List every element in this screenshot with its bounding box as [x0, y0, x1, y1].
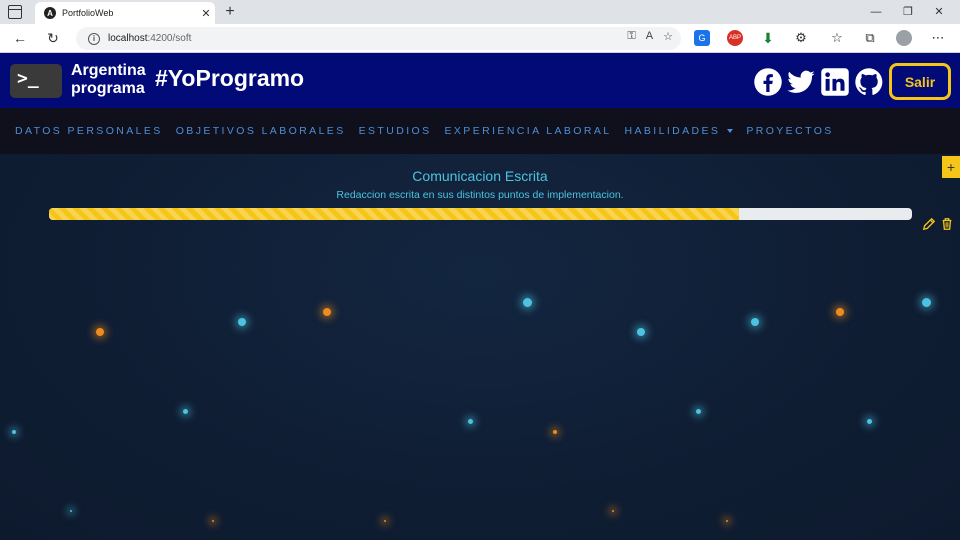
tab-actions-icon[interactable]	[8, 5, 22, 19]
favorites-bar-icon[interactable]: ☆	[829, 30, 845, 46]
particle-dot	[96, 328, 104, 336]
download-extension-icon[interactable]: ⬇	[760, 30, 776, 46]
favorite-icon[interactable]: ☆	[663, 30, 673, 43]
app-header: >_ Argentina programa #YoProgramo Salir	[0, 53, 960, 108]
skill-progress-fill	[49, 208, 740, 220]
particle-dot	[612, 510, 614, 512]
maximize-icon[interactable]: ❐	[898, 3, 918, 21]
adblock-icon[interactable]: ABP	[727, 30, 743, 46]
brand-line-2: programa	[71, 80, 145, 97]
particle-dot	[726, 520, 728, 522]
new-tab-icon[interactable]: +	[222, 2, 238, 22]
nav-datos-personales[interactable]: DATOS PERSONALES	[15, 125, 163, 137]
particle-dot	[468, 419, 473, 424]
hashtag-title: #YoProgramo	[155, 65, 305, 91]
nav-estudios[interactable]: ESTUDIOS	[359, 125, 432, 137]
brand-name: Argentina programa	[71, 62, 146, 98]
logout-button[interactable]: Salir	[889, 63, 951, 100]
particle-dot	[183, 409, 188, 414]
brand-line-1: Argentina	[71, 62, 146, 79]
particle-dot	[553, 430, 557, 434]
nav-habilidades-label: HABILIDADES	[624, 125, 721, 137]
particle-dot	[867, 419, 872, 424]
skill-description: Redaccion escrita en sus distintos punto…	[336, 189, 624, 201]
profile-avatar[interactable]	[896, 30, 912, 46]
particle-dot	[384, 520, 386, 522]
particle-dot	[238, 318, 246, 326]
nav-habilidades[interactable]: HABILIDADES	[624, 125, 734, 137]
tab-title: PortfolioWeb	[62, 8, 114, 18]
close-window-icon[interactable]: ✕	[929, 3, 949, 21]
minimize-icon[interactable]: —	[866, 3, 886, 21]
address-bar: ← ↻ i localhost:4200/soft ⚿ A ☆ G ABP ⬇ …	[0, 24, 960, 53]
back-icon[interactable]: ←	[10, 28, 30, 48]
particle-dot	[212, 520, 214, 522]
skill-progress-bar	[49, 208, 912, 220]
browser-tab[interactable]: A PortfolioWeb ✕	[35, 2, 215, 24]
linkedin-icon[interactable]	[820, 67, 850, 97]
github-icon[interactable]	[854, 67, 884, 97]
particle-dot	[523, 298, 532, 307]
info-icon[interactable]: i	[88, 32, 100, 45]
url-host: localhost	[108, 33, 148, 44]
terminal-logo-icon: >_	[10, 64, 62, 98]
nav-objetivos-laborales[interactable]: OBJETIVOS LABORALES	[176, 125, 346, 137]
particle-dot	[12, 430, 16, 434]
particle-dot	[696, 409, 701, 414]
particle-dot	[637, 328, 645, 336]
url-path: :4200/soft	[147, 33, 192, 44]
chevron-down-icon	[727, 129, 734, 134]
collections-icon[interactable]: ⧉	[862, 30, 878, 46]
particle-dot	[922, 298, 931, 307]
particle-dot	[323, 308, 331, 316]
pencil-icon[interactable]	[922, 217, 936, 231]
particle-dot	[70, 510, 72, 512]
key-icon[interactable]: ⚿	[627, 30, 635, 43]
url-field[interactable]: i localhost:4200/soft ⚿ A ☆	[76, 27, 681, 50]
skill-title: Comunicacion Escrita	[412, 168, 548, 184]
facebook-icon[interactable]	[753, 67, 783, 97]
particle-dot	[751, 318, 759, 326]
particle-dot	[836, 308, 844, 316]
translate-icon[interactable]: G	[694, 30, 710, 46]
close-tab-icon[interactable]: ✕	[197, 7, 215, 20]
extensions-icon[interactable]: ⚙	[793, 30, 809, 46]
main-nav: DATOS PERSONALES OBJETIVOS LABORALES EST…	[0, 108, 960, 154]
browser-tab-bar: A PortfolioWeb ✕ + — ❐ ✕	[0, 0, 960, 24]
main-content: + Comunicacion Escrita Redaccion escrita…	[0, 154, 960, 540]
angular-icon: A	[44, 7, 56, 19]
more-icon[interactable]: ⋯	[930, 30, 946, 46]
refresh-icon[interactable]: ↻	[43, 28, 63, 48]
trash-icon[interactable]	[940, 217, 954, 231]
twitter-icon[interactable]	[786, 67, 816, 97]
nav-experiencia-laboral[interactable]: EXPERIENCIA LABORAL	[445, 125, 612, 137]
nav-proyectos[interactable]: PROYECTOS	[746, 125, 833, 137]
read-aloud-icon[interactable]: A	[646, 30, 653, 43]
